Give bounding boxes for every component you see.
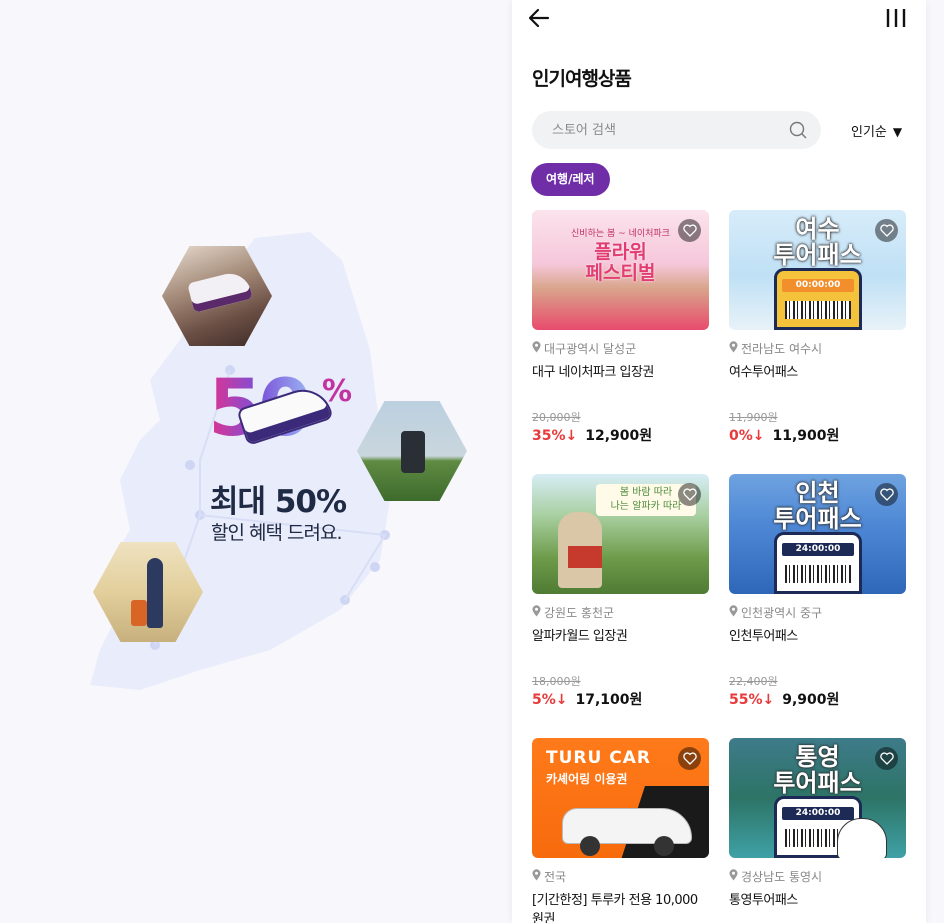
image-text: 카셰어링 이용권 bbox=[546, 772, 628, 786]
product-image[interactable]: 봄 바람 따라 나는 알파카 따라 bbox=[532, 474, 709, 594]
image-text: 투어패스 bbox=[773, 769, 862, 797]
product-image[interactable]: 인천 투어패스 24:00:00 bbox=[729, 474, 906, 594]
promo-headline: 최대 50% bbox=[210, 484, 347, 520]
product-location: 전라남도 여수시 bbox=[741, 342, 823, 356]
image-text: 00:00:00 bbox=[782, 279, 854, 292]
discount-rate: 35%↓ bbox=[532, 428, 578, 444]
product-card[interactable]: TURU CAR 카셰어링 이용권 전국 [기간한정] 투루카 전용 10,00… bbox=[532, 738, 709, 923]
heart-icon[interactable] bbox=[875, 483, 898, 506]
product-card[interactable]: 신비하는 봄 ~ 네이처파크 플라워 페스티벌 대구광역시 달성군 대구 네이처… bbox=[532, 210, 709, 445]
product-location: 인천광역시 중구 bbox=[741, 606, 823, 620]
map-pin-icon bbox=[532, 869, 541, 884]
map-pin-icon bbox=[532, 605, 541, 620]
heart-icon[interactable] bbox=[875, 219, 898, 242]
product-name[interactable]: 대구 네이처파크 입장권 bbox=[532, 363, 709, 405]
original-price: 11,900원 bbox=[729, 411, 778, 424]
product-card[interactable]: 통영 투어패스 24:00:00 경상남도 통영시 통영투어패스 bbox=[729, 738, 906, 923]
map-pin-icon bbox=[729, 341, 738, 356]
page-title: 인기여행상품 bbox=[532, 68, 632, 90]
product-image[interactable]: 신비하는 봄 ~ 네이처파크 플라워 페스티벌 bbox=[532, 210, 709, 330]
product-name[interactable]: 알파카월드 입장권 bbox=[532, 627, 709, 669]
sale-price: 12,900원 bbox=[585, 428, 653, 444]
arrow-left-icon[interactable] bbox=[528, 7, 550, 29]
chevron-down-icon: ▼ bbox=[892, 125, 903, 139]
product-image[interactable]: TURU CAR 카셰어링 이용권 bbox=[532, 738, 709, 858]
heart-icon[interactable] bbox=[678, 219, 701, 242]
product-name[interactable]: [기간한정] 투루카 전용 10,000원권 bbox=[532, 891, 709, 923]
image-text: 네이처파크 bbox=[628, 229, 670, 239]
sort-label: 인기순 bbox=[851, 125, 887, 140]
promo-banner: 50 % 최대 50% 할인 혜택 드려요. bbox=[0, 0, 512, 923]
discount-rate: 0%↓ bbox=[729, 428, 765, 444]
heart-icon[interactable] bbox=[678, 483, 701, 506]
image-text: 신비하는 봄 ~ bbox=[571, 229, 626, 239]
sale-price: 9,900원 bbox=[782, 692, 840, 708]
map-pin-icon bbox=[729, 605, 738, 620]
image-text: 투어패스 bbox=[773, 505, 862, 533]
discount-rate: 55%↓ bbox=[729, 692, 775, 708]
image-text: 페스티벌 bbox=[585, 262, 656, 284]
product-name[interactable]: 통영투어패스 bbox=[729, 891, 906, 923]
search-input[interactable] bbox=[532, 111, 762, 149]
image-text: 투어패스 bbox=[773, 241, 862, 269]
product-location: 전국 bbox=[544, 870, 567, 884]
store-panel: 인기여행상품 인기순 ▼ 여행/레저 신비하는 봄 ~ 네이처파크 플라워 페스티… bbox=[512, 0, 926, 923]
product-name[interactable]: 여수투어패스 bbox=[729, 363, 906, 405]
sale-price: 17,100원 bbox=[575, 692, 643, 708]
image-text: 플라워 bbox=[594, 241, 647, 263]
product-card[interactable]: 여수 투어패스 00:00:00 전라남도 여수시 여수투어패스 11,900원… bbox=[729, 210, 906, 445]
sort-dropdown[interactable]: 인기순 ▼ bbox=[851, 121, 902, 140]
product-image[interactable]: 통영 투어패스 24:00:00 bbox=[729, 738, 906, 858]
product-location: 경상남도 통영시 bbox=[741, 870, 823, 884]
sale-price: 11,900원 bbox=[772, 428, 840, 444]
product-image[interactable]: 여수 투어패스 00:00:00 bbox=[729, 210, 906, 330]
original-price: 22,400원 bbox=[729, 675, 778, 688]
original-price: 18,000원 bbox=[532, 675, 581, 688]
image-text: 24:00:00 bbox=[782, 543, 854, 556]
image-text: 24:00:00 bbox=[782, 807, 854, 820]
product-card[interactable]: 인천 투어패스 24:00:00 인천광역시 중구 인천투어패스 22,400원… bbox=[729, 474, 906, 709]
product-location: 대구광역시 달성군 bbox=[544, 342, 637, 356]
heart-icon[interactable] bbox=[678, 747, 701, 770]
search-icon[interactable] bbox=[789, 121, 807, 139]
search-box bbox=[532, 111, 821, 149]
map-pin-icon bbox=[532, 341, 541, 356]
menu-icon[interactable] bbox=[884, 8, 908, 28]
map-pin-icon bbox=[729, 869, 738, 884]
product-location: 강원도 홍천군 bbox=[544, 606, 615, 620]
original-price: 20,000원 bbox=[532, 411, 581, 424]
image-text: TURU CAR bbox=[546, 748, 651, 768]
heart-icon[interactable] bbox=[875, 747, 898, 770]
category-chip-travel[interactable]: 여행/레저 bbox=[531, 163, 610, 196]
promo-subline: 할인 혜택 드려요. bbox=[211, 522, 342, 544]
product-card[interactable]: 봄 바람 따라 나는 알파카 따라 강원도 홍천군 알파카월드 입장권 18,0… bbox=[532, 474, 709, 709]
discount-rate: 5%↓ bbox=[532, 692, 568, 708]
product-name[interactable]: 인천투어패스 bbox=[729, 627, 906, 669]
